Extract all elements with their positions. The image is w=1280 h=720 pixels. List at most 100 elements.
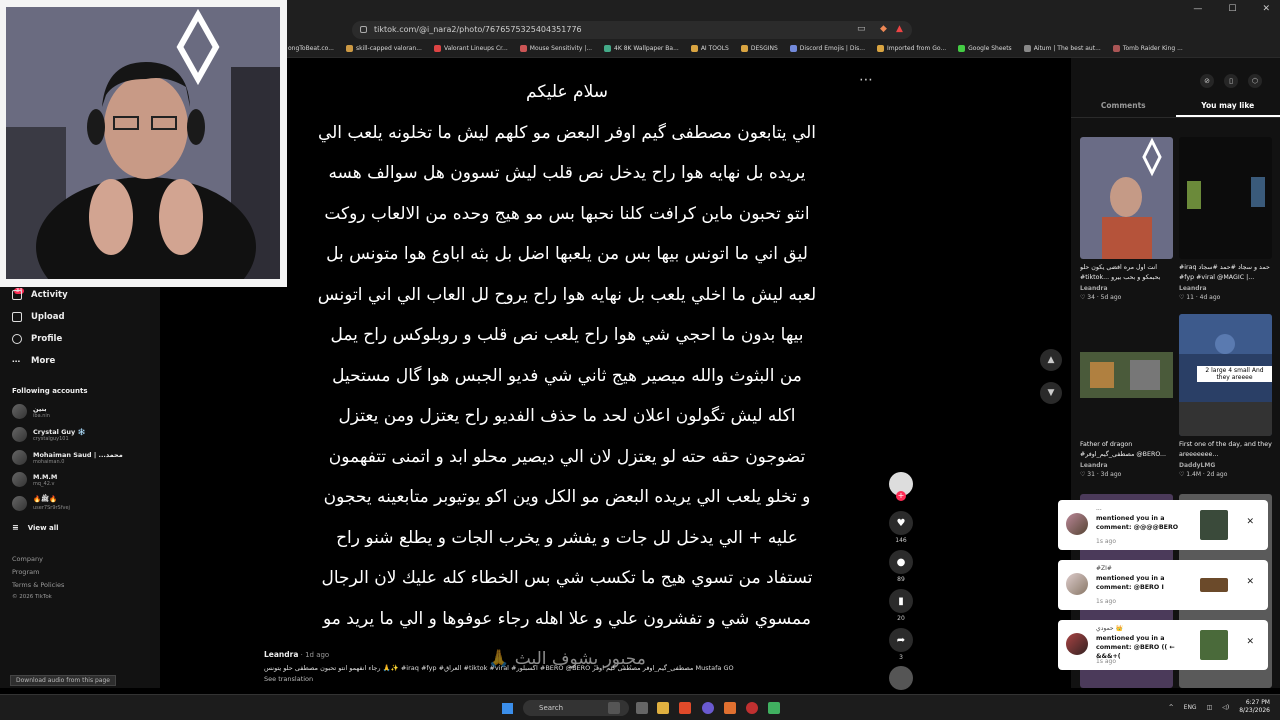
bookmark-item[interactable]: skill-capped valoran...: [345, 41, 422, 55]
bookmark-folder[interactable]: DESGINS: [740, 41, 778, 55]
app-icon[interactable]: [724, 702, 736, 714]
post-author[interactable]: Leandra: [264, 650, 298, 659]
footer-terms-link[interactable]: Terms & Policies: [12, 581, 64, 589]
sidebar-item-label: Upload: [31, 312, 65, 322]
brave-browser-icon[interactable]: [679, 702, 691, 714]
view-all-link[interactable]: ≡ View all: [12, 523, 59, 532]
save-button[interactable]: ▮ 20: [889, 589, 913, 622]
bookmark-item[interactable]: 4K 8K Wallpaper Ba...: [604, 41, 679, 55]
webcam-image: [6, 7, 280, 279]
discord-icon[interactable]: [702, 702, 714, 714]
bookmark-icon: [604, 44, 612, 52]
following-account[interactable]: بنين iba.nin: [12, 404, 50, 419]
close-window-icon[interactable]: ✕: [1262, 4, 1270, 14]
card-author[interactable]: Leandra: [1179, 285, 1272, 292]
folder-icon: [690, 44, 698, 52]
following-account[interactable]: Mohaiman Saud | ...محمد mohaiman.0: [12, 450, 123, 465]
avatar: [12, 472, 27, 487]
post-text-line: بيها بدون ما احجي شي هوا راح يلعب نص قلب…: [330, 325, 804, 345]
avatar: [1066, 573, 1088, 595]
following-account[interactable]: M.M.M mq_42.v: [12, 472, 57, 487]
mention-notification[interactable]: ... mentioned you in a comment: @@@@BERO…: [1058, 500, 1268, 550]
next-post-button[interactable]: ▼: [1040, 382, 1062, 404]
volume-icon[interactable]: ◁): [1222, 704, 1229, 711]
suggested-video-card[interactable]: انت اول مره افضى يكون حلو #tiktok... بحب…: [1080, 137, 1173, 301]
bookmark-folder[interactable]: Imported from Go...: [877, 41, 946, 55]
comment-button[interactable]: ● 89: [889, 550, 913, 583]
post-text-image: سلام عليكم الي يتابعون مصطفى گيم اوفر ال…: [287, 72, 847, 680]
cast-icon[interactable]: ▭: [857, 24, 866, 34]
bookmark-icon: [519, 44, 527, 52]
bookmark-item[interactable]: Valorant Lineups Cr...: [433, 41, 508, 55]
chevron-up-icon[interactable]: ^: [1169, 704, 1174, 711]
card-author[interactable]: Leandra: [1080, 462, 1173, 469]
close-icon[interactable]: ✕: [1246, 637, 1254, 647]
sound-avatar[interactable]: [889, 666, 913, 690]
sidebar-item-label: More: [31, 356, 56, 366]
tab-comments[interactable]: Comments: [1071, 96, 1176, 117]
like-count: 146: [895, 537, 907, 544]
windows-start-icon[interactable]: [502, 703, 513, 714]
bookmark-item[interactable]: Tomb Raider King ...: [1112, 41, 1183, 55]
phone-icon[interactable]: ▯: [1224, 74, 1238, 88]
download-audio-button[interactable]: Download audio from this page: [10, 675, 116, 686]
creator-avatar-button[interactable]: +: [889, 472, 913, 501]
share-button[interactable]: ➦ 3: [889, 628, 913, 661]
bookmark-item[interactable]: Aitum | The best aut...: [1023, 41, 1101, 55]
network-icon[interactable]: ◫: [1207, 704, 1213, 711]
post-text-line: اكله ليش تگولون اعلان لحد ما حذف الفديو …: [338, 406, 796, 426]
follow-plus-icon[interactable]: +: [896, 491, 906, 501]
sidebar-item-upload[interactable]: Upload: [12, 312, 65, 322]
maximize-icon[interactable]: ☐: [1228, 4, 1236, 14]
language-indicator[interactable]: ENG: [1184, 704, 1197, 711]
following-account[interactable]: 🔥ﷺ🔥 user7Sr9rSfvej: [12, 495, 70, 511]
close-icon[interactable]: ✕: [1246, 577, 1254, 587]
footer-copyright: © 2026 TikTok: [12, 594, 52, 600]
sidebar-item-label: Activity: [31, 290, 68, 300]
obs-icon[interactable]: [746, 702, 758, 714]
see-translation-link[interactable]: See translation: [264, 675, 864, 683]
settings-icon[interactable]: ⬡: [1248, 74, 1262, 88]
suggested-video-card[interactable]: 2 large 4 small And they areeee First on…: [1179, 314, 1272, 478]
address-bar[interactable]: tiktok.com/@i_nara2/photo/76765753254043…: [352, 21, 912, 39]
file-explorer-icon[interactable]: [657, 702, 669, 714]
suggested-video-card[interactable]: Father of dragon #مصطفى_گيم_اوفر @BERO..…: [1080, 314, 1173, 478]
card-title: #iraq حمد و سجاد #حمد #سجاد #fyp #viral …: [1179, 264, 1270, 281]
tab-you-may-like[interactable]: You may like: [1175, 96, 1280, 117]
widgets-icon[interactable]: [636, 702, 648, 714]
bookmark-item[interactable]: Google Sheets: [958, 41, 1012, 55]
bookmark-item[interactable]: Discord Emojis | Dis...: [789, 41, 865, 55]
mention-notification[interactable]: حمودي 👑 mentioned you in a comment: @BER…: [1058, 620, 1268, 670]
previous-post-button[interactable]: ▲: [1040, 349, 1062, 371]
footer-company-link[interactable]: Company: [12, 555, 43, 563]
task-view-icon[interactable]: [608, 702, 620, 714]
card-author[interactable]: DaddyLMG: [1179, 462, 1272, 469]
like-button[interactable]: ♥ 146: [889, 511, 913, 544]
sidebar-item-activity[interactable]: Activity: [12, 290, 68, 300]
app-icon[interactable]: [768, 702, 780, 714]
bookmark-folder[interactable]: AI TOOLS: [690, 41, 729, 55]
suggested-video-card[interactable]: #iraq حمد و سجاد #حمد #سجاد #fyp #viral …: [1179, 137, 1272, 301]
clock[interactable]: 6:27 PM 8/23/2026: [1239, 699, 1270, 715]
following-account[interactable]: Crystal Guy ❄️ crystalguy101: [12, 427, 86, 442]
list-icon: ≡: [12, 523, 19, 532]
rewards-icon[interactable]: ▲: [896, 24, 903, 34]
discord-icon: [789, 44, 797, 52]
brave-shield-icon[interactable]: ◆: [880, 24, 887, 34]
thumbnail-caption: 2 large 4 small And they areeee: [1197, 366, 1272, 382]
bookmark-item[interactable]: Mouse Sensitivity |...: [519, 41, 592, 55]
close-icon[interactable]: ✕: [1246, 517, 1254, 527]
sidebar-item-more[interactable]: ⋯ More: [12, 356, 55, 366]
card-author[interactable]: Leandra: [1080, 285, 1173, 292]
bookmark-item[interactable]: ongToBeat.co...: [288, 41, 334, 55]
person-icon: [12, 334, 22, 344]
photo-post-viewer[interactable]: سلام عليكم الي يتابعون مصطفى گيم اوفر ال…: [287, 58, 887, 688]
card-stats: ♡ 31 · 3d ago: [1080, 471, 1122, 478]
sidebar-item-profile[interactable]: Profile: [12, 334, 62, 344]
more-options-icon[interactable]: ⋯: [859, 72, 873, 88]
link-icon[interactable]: ⊘: [1200, 74, 1214, 88]
mention-notification[interactable]: #ZI# mentioned you in a comment: @BERO I…: [1058, 560, 1268, 610]
footer-program-link[interactable]: Program: [12, 568, 39, 576]
minimize-icon[interactable]: —: [1193, 4, 1202, 14]
post-text-line: لعبه ليش ما اخلي يلعب بل نهايه هوا راح ي…: [317, 284, 817, 305]
